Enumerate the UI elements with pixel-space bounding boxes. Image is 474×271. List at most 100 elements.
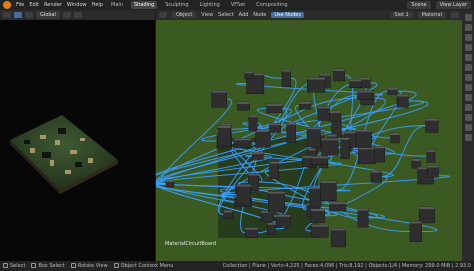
menu-view[interactable]: View [201, 12, 213, 18]
menu-window[interactable]: Window [67, 2, 87, 8]
node-block[interactable] [426, 165, 439, 178]
render-icon[interactable] [464, 24, 472, 31]
workspace-tab-main[interactable]: Main [108, 1, 126, 9]
node-block[interactable] [374, 145, 385, 163]
transform-icon[interactable] [25, 12, 33, 18]
node-block[interactable] [269, 161, 280, 179]
blender-logo-icon[interactable] [3, 1, 11, 9]
menu-help[interactable]: Help [92, 2, 103, 8]
node-block[interactable] [251, 151, 264, 160]
view-layer-selector[interactable]: View Layer [435, 1, 471, 9]
node-block[interactable] [331, 228, 346, 248]
menu-file[interactable]: File [16, 2, 24, 8]
node-block[interactable] [425, 118, 439, 133]
data-icon[interactable] [464, 124, 472, 131]
object-icon[interactable] [464, 74, 472, 81]
node-block[interactable] [418, 206, 435, 224]
node-block[interactable] [267, 191, 285, 213]
node-block[interactable] [248, 114, 258, 131]
node-block[interactable] [165, 179, 175, 188]
node-editor-canvas[interactable]: MaterialCircuitBoard [156, 20, 462, 261]
node-block[interactable] [236, 184, 251, 206]
node-block[interactable] [411, 158, 421, 169]
node-header [329, 202, 346, 205]
node-block[interactable] [357, 90, 373, 100]
tool-icon[interactable] [464, 14, 472, 21]
node-block[interactable] [426, 149, 436, 163]
node-block[interactable] [286, 122, 296, 143]
node-block[interactable] [387, 87, 398, 95]
node-block[interactable] [211, 90, 227, 108]
node-header [390, 132, 400, 135]
node-block[interactable] [317, 106, 330, 121]
select-mode-icon[interactable] [14, 12, 22, 18]
node-block[interactable] [237, 101, 250, 111]
node-block[interactable] [233, 138, 252, 149]
node-block[interactable] [244, 70, 254, 79]
node-block[interactable] [310, 156, 329, 165]
node-block[interactable] [311, 224, 329, 238]
proportional-icon[interactable] [73, 12, 82, 18]
node-block[interactable] [276, 214, 291, 228]
menu-render[interactable]: Render [44, 2, 62, 8]
physics-icon[interactable] [464, 104, 472, 111]
use-nodes-toggle[interactable]: Use Nodes [271, 12, 304, 18]
menu-node[interactable]: Node [253, 12, 266, 18]
node-block[interactable] [298, 101, 312, 110]
node-block[interactable] [396, 94, 409, 108]
node-block[interactable] [266, 103, 283, 114]
node-block[interactable] [269, 122, 281, 133]
scene-icon[interactable] [464, 54, 472, 61]
material-icon[interactable] [464, 134, 472, 141]
particles-icon[interactable] [464, 94, 472, 101]
node-block[interactable] [267, 222, 276, 236]
node-block[interactable] [306, 127, 321, 148]
world-icon[interactable] [464, 64, 472, 71]
node-block[interactable] [255, 129, 271, 148]
node-block[interactable] [320, 180, 337, 201]
node-block[interactable] [333, 68, 345, 82]
node-block[interactable] [409, 221, 423, 242]
object-mode-dropdown[interactable]: Object [172, 12, 197, 18]
workspace-tab-lighting[interactable]: Lighting [197, 1, 223, 9]
view-layer-icon[interactable] [464, 44, 472, 51]
node-block[interactable] [355, 129, 372, 148]
node-block[interactable] [329, 201, 347, 212]
node-block[interactable] [390, 132, 400, 144]
node-block[interactable] [358, 147, 376, 164]
menu-select[interactable]: Select [218, 12, 233, 18]
node-block[interactable] [329, 110, 342, 122]
node-block[interactable] [244, 227, 258, 239]
node-block[interactable] [223, 210, 233, 219]
status-box-select-label: Box Select [38, 263, 65, 269]
3d-viewport[interactable] [0, 20, 155, 261]
workspace-tab-shading[interactable]: Shading [130, 1, 158, 9]
node-block[interactable] [217, 125, 231, 147]
modifier-icon[interactable] [464, 84, 472, 91]
workspace-tab-sculpting[interactable]: Sculpting [162, 1, 191, 9]
node-editor-type-icon[interactable] [159, 12, 167, 18]
node-block[interactable] [357, 208, 369, 228]
editor-type-icon[interactable] [3, 12, 11, 18]
node-block[interactable] [309, 186, 322, 208]
workspace-tab-vfset[interactable]: VFSet [228, 1, 248, 9]
node-block[interactable] [349, 79, 362, 88]
scene-selector[interactable]: Scene [407, 1, 431, 9]
constraints-icon[interactable] [464, 114, 472, 121]
node-block[interactable] [281, 69, 291, 88]
material-selector[interactable]: Material [417, 12, 446, 18]
orientation-dropdown[interactable]: Global [36, 11, 60, 19]
node-block[interactable] [321, 138, 339, 156]
slot-dropdown[interactable]: Slot 1 [390, 12, 413, 18]
pin-icon[interactable] [451, 12, 459, 18]
snap-icon[interactable] [62, 12, 71, 18]
menu-add[interactable]: Add [239, 12, 249, 18]
node-block[interactable] [370, 170, 382, 183]
workspace-tab-compositing[interactable]: Compositing [253, 1, 290, 9]
node-block[interactable] [340, 137, 350, 159]
output-icon[interactable] [464, 34, 472, 41]
menu-edit[interactable]: Edit [29, 2, 39, 8]
node-block[interactable] [307, 77, 326, 93]
node-block[interactable] [260, 210, 274, 222]
node-block[interactable] [310, 208, 326, 223]
